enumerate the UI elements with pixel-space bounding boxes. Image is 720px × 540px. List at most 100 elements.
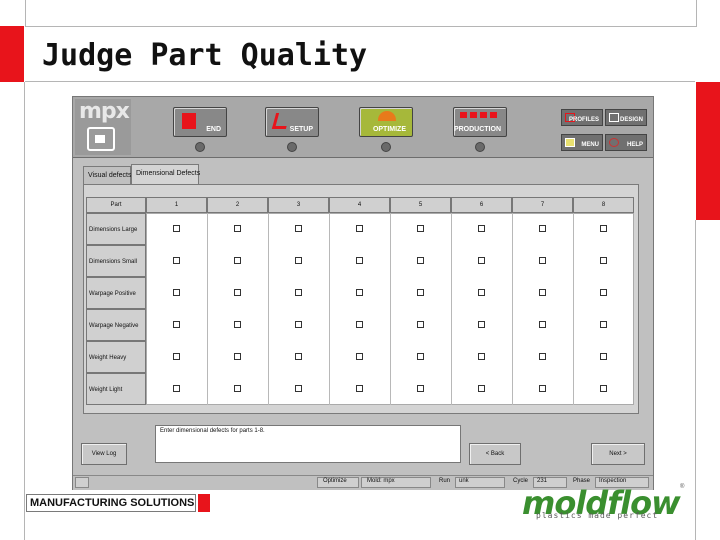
grid-column-header: 1	[146, 197, 207, 213]
defect-checkbox[interactable]	[234, 225, 241, 232]
defect-checkbox[interactable]	[173, 353, 180, 360]
defect-checkbox[interactable]	[417, 289, 424, 296]
mpx-logo: mpx	[75, 99, 131, 155]
design-button[interactable]: DESIGN	[605, 109, 647, 126]
grid-column-divider	[207, 213, 208, 405]
defect-checkbox[interactable]	[356, 321, 363, 328]
status-optimize: Optimize	[323, 478, 347, 484]
defect-checkbox[interactable]	[295, 225, 302, 232]
production-icon	[460, 112, 500, 118]
help-label: HELP	[626, 142, 643, 148]
setup-button-label: SETUP	[289, 126, 313, 133]
defect-checkbox[interactable]	[295, 289, 302, 296]
defect-checkbox[interactable]	[234, 289, 241, 296]
defect-checkbox[interactable]	[600, 257, 607, 264]
grid-column-header: 8	[573, 197, 634, 213]
setup-button[interactable]: SETUP	[265, 107, 319, 137]
production-button-label: PRODUCTION	[453, 126, 501, 133]
menu-button[interactable]: MENU	[561, 134, 603, 151]
help-button[interactable]: HELP	[605, 134, 647, 151]
defect-checkbox[interactable]	[234, 353, 241, 360]
defect-checkbox[interactable]	[478, 257, 485, 264]
defect-checkbox[interactable]	[173, 289, 180, 296]
message-box: Enter dimensional defects for parts 1-8.	[155, 425, 461, 463]
grid-row-label: Warpage Positive	[86, 277, 146, 309]
defect-checkbox[interactable]	[417, 257, 424, 264]
end-button[interactable]: END	[173, 107, 227, 137]
grid-column-divider	[329, 213, 330, 405]
dimensional-defects-panel: Part 1 2 3 4 5 6 7 8 Dimensions Large Dimensions S…	[83, 184, 639, 414]
defect-checkbox[interactable]	[295, 353, 302, 360]
profiles-label: PROFILES	[568, 117, 599, 123]
grid-row-label: Weight Light	[86, 373, 146, 405]
defect-checkbox[interactable]	[539, 225, 546, 232]
defect-checkbox[interactable]	[600, 353, 607, 360]
defect-checkbox[interactable]	[356, 225, 363, 232]
grid-column-divider	[268, 213, 269, 405]
logo-text: mpx	[79, 99, 130, 124]
menu-icon	[565, 138, 575, 147]
accent-bar-left	[0, 26, 24, 82]
lock-icon	[75, 477, 89, 488]
machine-icon	[87, 127, 115, 151]
defect-checkbox[interactable]	[600, 289, 607, 296]
defect-checkbox[interactable]	[173, 257, 180, 264]
defect-checkbox[interactable]	[295, 385, 302, 392]
status-run-label: Run	[439, 478, 451, 484]
defect-checkbox[interactable]	[356, 257, 363, 264]
defect-checkbox[interactable]	[234, 321, 241, 328]
defect-checkbox[interactable]	[417, 385, 424, 392]
defect-checkbox[interactable]	[478, 353, 485, 360]
grid-column-divider	[451, 213, 452, 405]
setup-status-led	[287, 142, 297, 152]
footer-text: MANUFACTURING SOLUTIONS	[30, 497, 195, 509]
grid-row-label: Weight Heavy	[86, 341, 146, 373]
defect-checkbox[interactable]	[356, 353, 363, 360]
defect-checkbox[interactable]	[478, 321, 485, 328]
defect-checkbox[interactable]	[600, 385, 607, 392]
defect-checkbox[interactable]	[478, 385, 485, 392]
defect-checkbox[interactable]	[417, 225, 424, 232]
grid-row-label: Dimensions Large	[86, 213, 146, 245]
defect-checkbox[interactable]	[539, 353, 546, 360]
tab-dimensional-defects[interactable]: Dimensional Defects	[131, 164, 200, 184]
defect-checkbox[interactable]	[234, 257, 241, 264]
defect-checkbox[interactable]	[356, 289, 363, 296]
defect-checkbox[interactable]	[173, 321, 180, 328]
defect-checkbox[interactable]	[417, 321, 424, 328]
grid-column-header: 5	[390, 197, 451, 213]
optimize-button-label: OPTIMIZE	[372, 126, 406, 133]
moldflow-logo: moldflow ® plastics made perfect	[516, 482, 686, 524]
defect-checkbox[interactable]	[234, 385, 241, 392]
slide-title: Judge Part Quality	[42, 38, 368, 73]
view-log-button[interactable]: View Log	[81, 443, 127, 465]
stop-icon	[182, 113, 196, 129]
defect-checkbox[interactable]	[173, 385, 180, 392]
optimize-button[interactable]: OPTIMIZE	[359, 107, 413, 137]
tab-visual-defects[interactable]: Visual defects	[83, 166, 131, 184]
defect-checkbox[interactable]	[295, 257, 302, 264]
help-icon	[609, 138, 619, 147]
defect-checkbox[interactable]	[478, 225, 485, 232]
defect-checkbox[interactable]	[539, 257, 546, 264]
defect-checkbox[interactable]	[539, 289, 546, 296]
defect-checkbox[interactable]	[478, 289, 485, 296]
back-button[interactable]: < Back	[469, 443, 521, 465]
production-button[interactable]: PRODUCTION	[453, 107, 507, 137]
defect-checkbox[interactable]	[295, 321, 302, 328]
defect-checkbox[interactable]	[356, 385, 363, 392]
defect-checkbox[interactable]	[600, 321, 607, 328]
next-button[interactable]: Next >	[591, 443, 645, 465]
end-status-led	[195, 142, 205, 152]
design-label: DESIGN	[619, 117, 643, 123]
defect-checkbox[interactable]	[539, 321, 546, 328]
defect-checkbox[interactable]	[417, 353, 424, 360]
gauge-icon	[378, 111, 396, 121]
profiles-button[interactable]: PROFILES	[561, 109, 603, 126]
defect-checkbox[interactable]	[173, 225, 180, 232]
grid-column-header: 3	[268, 197, 329, 213]
defect-checkbox[interactable]	[539, 385, 546, 392]
design-icon	[609, 113, 619, 122]
defect-checkbox[interactable]	[600, 225, 607, 232]
end-button-label: END	[206, 126, 221, 133]
